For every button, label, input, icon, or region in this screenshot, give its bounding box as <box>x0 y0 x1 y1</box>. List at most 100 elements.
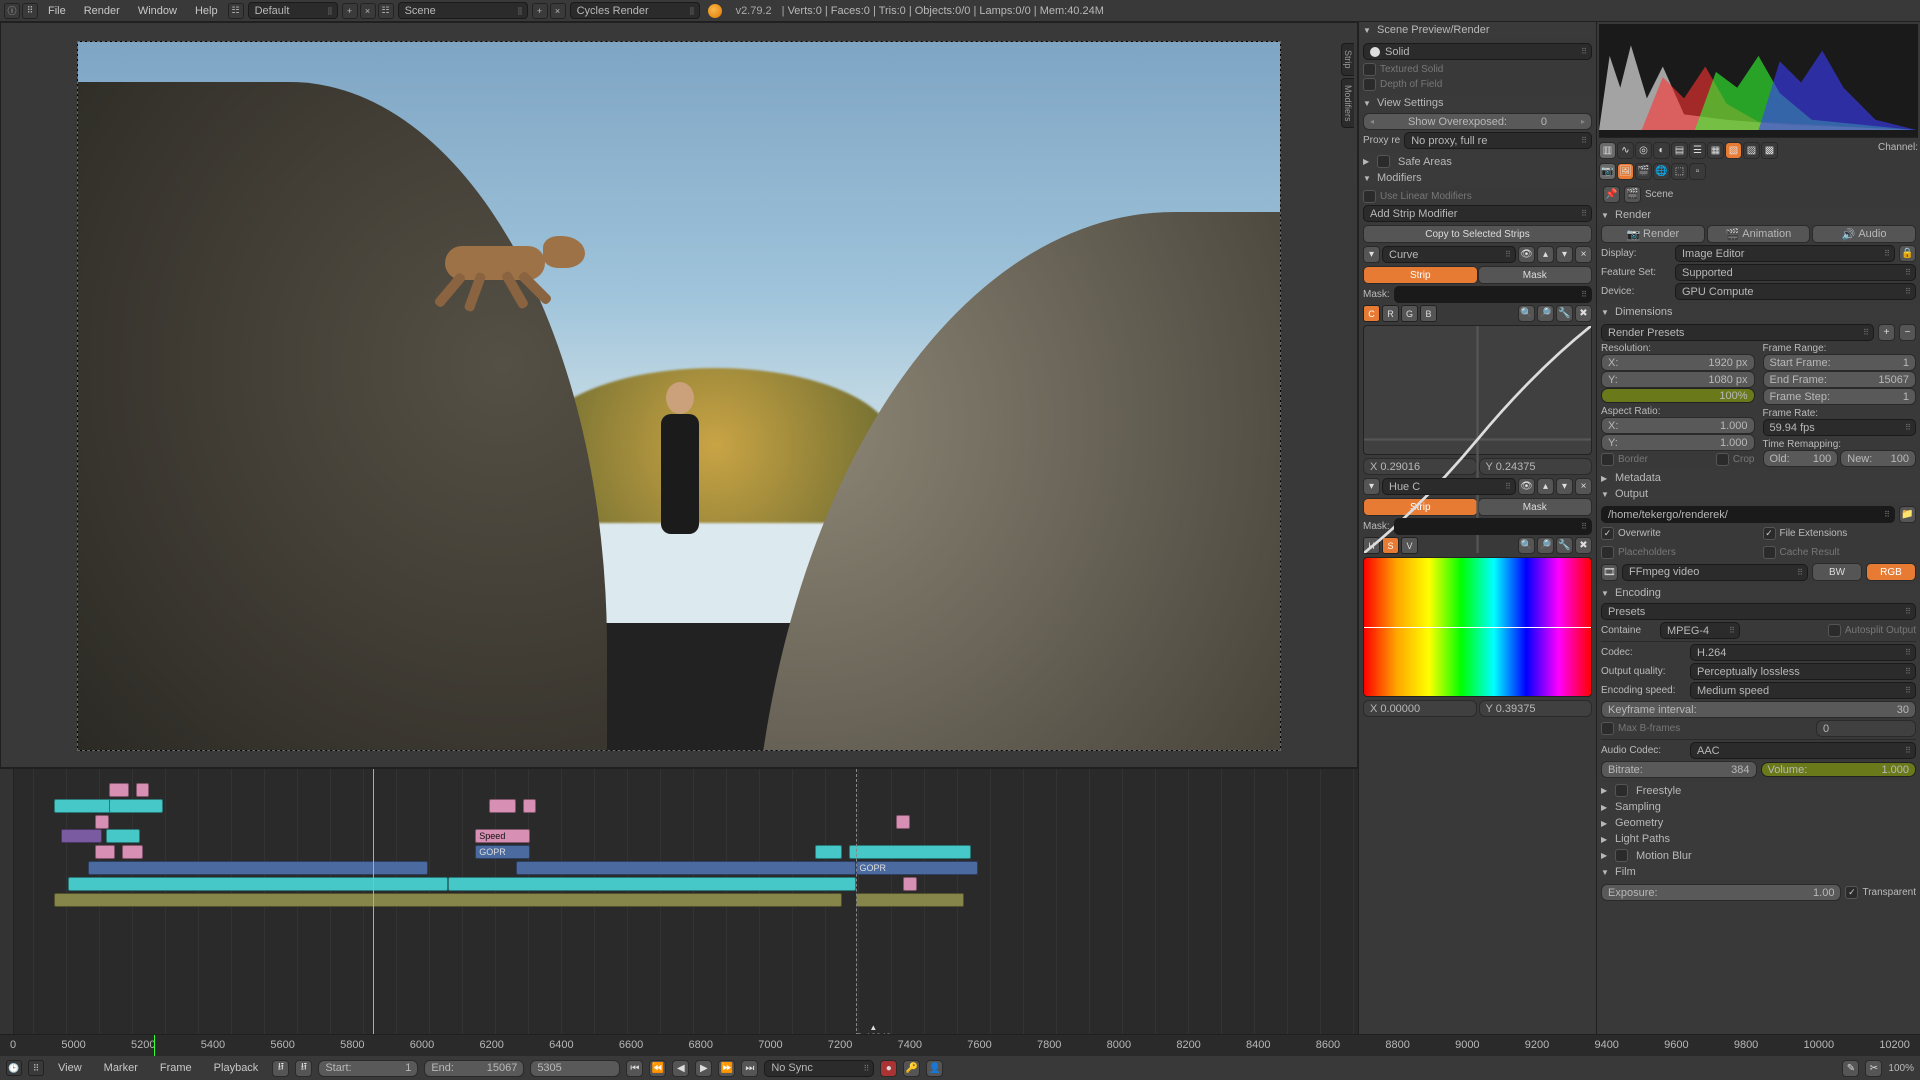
encoding-presets-select[interactable]: Presets <box>1601 603 1916 620</box>
strip[interactable] <box>95 845 115 859</box>
scope-rgb-icon[interactable]: ▤ <box>1671 142 1688 159</box>
remap-old-field[interactable]: Old:100 <box>1763 450 1839 467</box>
curve-mask-select[interactable] <box>1394 286 1592 303</box>
remap-new-field[interactable]: New:100 <box>1840 450 1916 467</box>
transparent-check[interactable] <box>1845 886 1858 899</box>
tl-range2-icon[interactable]: ⭿ <box>295 1060 312 1077</box>
strip-gopr[interactable]: GOPR <box>475 845 529 859</box>
overexposed-field[interactable]: ◂Show Overexposed:0▸ <box>1363 113 1592 130</box>
strip[interactable] <box>448 877 855 891</box>
scope-d-icon[interactable]: ▩ <box>1761 142 1778 159</box>
exposure-field[interactable]: Exposure:1.00 <box>1601 884 1841 901</box>
strip[interactable] <box>88 861 428 875</box>
strip[interactable] <box>122 845 142 859</box>
side-tab-strip[interactable]: Strip <box>1341 43 1354 76</box>
sync-mode-select[interactable]: No Sync <box>764 1060 874 1077</box>
ctx-world-icon[interactable]: 🌐 <box>1653 163 1670 180</box>
curve-g-chip[interactable]: G <box>1401 305 1418 322</box>
panel-motion-blur[interactable]: ▶Motion Blur <box>1597 847 1920 864</box>
menu-render[interactable]: Render <box>76 3 128 19</box>
display-lock-icon[interactable]: 🔒 <box>1899 245 1916 262</box>
curve-tab-strip[interactable]: Strip <box>1363 266 1478 284</box>
tl-menu-frame[interactable]: Frame <box>152 1060 200 1076</box>
strip[interactable] <box>61 829 102 843</box>
editor-type-dropdown-icon[interactable]: ⠿ <box>22 3 38 19</box>
tl-editor-icon[interactable]: 🕒 <box>6 1060 22 1076</box>
hue-name-field[interactable]: Hue C <box>1382 478 1516 495</box>
render-engine-select[interactable]: Cycles Render <box>570 2 700 19</box>
scene-add-icon[interactable]: + <box>532 3 548 19</box>
end-frame[interactable]: End:15067 <box>424 1060 524 1077</box>
curve-delete-icon[interactable]: × <box>1575 246 1592 263</box>
strip[interactable] <box>54 893 842 907</box>
curve-tools-icon[interactable]: 🔧 <box>1556 305 1573 322</box>
motion-blur-check[interactable] <box>1615 849 1628 862</box>
curve-c-chip[interactable]: C <box>1363 305 1380 322</box>
playhead[interactable]: 01:28+30 <box>373 769 374 1056</box>
strip-speed[interactable]: Speed <box>475 829 529 843</box>
timeline-playhead[interactable] <box>154 1035 155 1056</box>
ctx-render-icon[interactable]: 📷 <box>1599 163 1616 180</box>
hue-y-readout[interactable]: Y 0.39375 <box>1479 700 1593 717</box>
layout-add-icon[interactable]: + <box>342 3 358 19</box>
tl-opt1-icon[interactable]: ✎ <box>1842 1060 1859 1077</box>
timeline-ruler[interactable]: 0500052005400560058006000620064006600680… <box>0 1035 1920 1056</box>
res-y-field[interactable]: Y:1080 px <box>1601 371 1755 388</box>
autosplit-check[interactable] <box>1828 624 1841 637</box>
curve-moveup-icon[interactable]: ▴ <box>1537 246 1554 263</box>
panel-render[interactable]: ▼Render <box>1597 207 1920 223</box>
curve-editor[interactable] <box>1363 325 1592 455</box>
panel-output[interactable]: ▼Output <box>1597 486 1920 502</box>
maxb-check[interactable] <box>1601 722 1614 735</box>
play-icon[interactable]: ▶ <box>695 1060 712 1077</box>
audio-codec-select[interactable]: AAC <box>1690 742 1916 759</box>
proxy-render-select[interactable]: No proxy, full re <box>1404 132 1592 149</box>
strip[interactable] <box>856 893 965 907</box>
format-icon[interactable]: 🎞 <box>1601 564 1618 581</box>
maxb-field[interactable]: 0 <box>1816 720 1916 737</box>
quality-select[interactable]: Perceptually lossless <box>1690 663 1916 680</box>
panel-sampling[interactable]: ▶Sampling <box>1597 799 1920 815</box>
menu-help[interactable]: Help <box>187 3 226 19</box>
strip[interactable] <box>109 799 163 813</box>
placeholders-check[interactable] <box>1601 546 1614 559</box>
scene-select[interactable]: Scene <box>398 2 528 19</box>
curve-b-chip[interactable]: B <box>1420 305 1437 322</box>
panel-safe-areas[interactable]: ▶Safe Areas <box>1359 153 1596 170</box>
display-select[interactable]: Image Editor <box>1675 245 1895 262</box>
play-reverse-icon[interactable]: ◀ <box>672 1060 689 1077</box>
sequencer-tracks[interactable]: Speed GOPR GOPR 01:28+30 F_13342 00:0000… <box>0 769 1358 1056</box>
file-ext-check[interactable] <box>1763 527 1776 540</box>
copy-to-selected-button[interactable]: Copy to Selected Strips <box>1363 225 1592 243</box>
curve-r-chip[interactable]: R <box>1382 305 1399 322</box>
hue-mask-select[interactable] <box>1394 518 1592 535</box>
render-button[interactable]: 📷 Render <box>1601 225 1705 243</box>
frame-step-field[interactable]: Frame Step:1 <box>1763 388 1917 405</box>
strip-gopr2[interactable]: GOPR <box>856 861 978 875</box>
panel-modifiers[interactable]: ▼Modifiers <box>1359 170 1596 186</box>
start-frame[interactable]: Start:1 <box>318 1060 418 1077</box>
tl-menu-playback[interactable]: Playback <box>206 1060 267 1076</box>
border-check[interactable] <box>1601 453 1614 466</box>
keyframe-next-icon[interactable]: ⏩ <box>718 1060 735 1077</box>
panel-view-settings[interactable]: ▼View Settings <box>1359 95 1596 111</box>
volume-slider[interactable]: Volume:1.000 <box>1761 762 1917 777</box>
layout-delete-icon[interactable]: × <box>360 3 376 19</box>
strip[interactable] <box>106 829 140 843</box>
tl-menu-view[interactable]: View <box>50 1060 90 1076</box>
layout-browse-icon[interactable]: ☷ <box>228 3 244 19</box>
ctx-scene-icon[interactable]: 🎬 <box>1635 163 1652 180</box>
menu-window[interactable]: Window <box>130 3 185 19</box>
start-frame-field[interactable]: Start Frame:1 <box>1763 354 1917 371</box>
folder-icon[interactable]: 📁 <box>1899 506 1916 523</box>
strip[interactable] <box>903 877 917 891</box>
curve-tab-mask[interactable]: Mask <box>1478 266 1593 284</box>
freestyle-check[interactable] <box>1615 784 1628 797</box>
aspect-y-field[interactable]: Y:1.000 <box>1601 434 1755 451</box>
curve-zoomin-icon[interactable]: 🔍 <box>1518 305 1535 322</box>
safe-areas-check[interactable] <box>1377 155 1390 168</box>
crop-check[interactable] <box>1716 453 1729 466</box>
linear-modifiers-check[interactable] <box>1363 190 1376 203</box>
curve-clip-icon[interactable]: ✖ <box>1575 305 1592 322</box>
res-scale-slider[interactable]: 100% <box>1601 388 1755 403</box>
